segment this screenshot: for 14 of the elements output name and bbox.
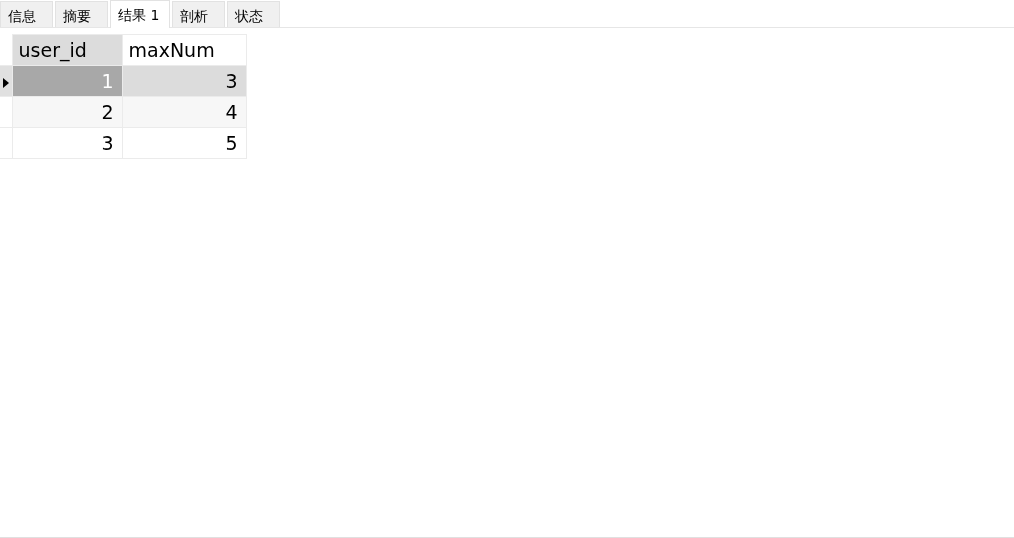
current-row-icon [3,78,9,88]
result-tab[interactable]: 剖析 [172,1,226,27]
column-header[interactable]: maxNum [122,34,246,66]
result-tab[interactable]: 摘要 [55,1,108,27]
result-tab[interactable]: 状态 [227,1,281,27]
table-cell: 3 [12,127,122,159]
table-cell: 3 [122,65,246,97]
column-header[interactable]: user_id [12,34,122,66]
result-tab[interactable]: 结果 1 [110,0,171,28]
table-cell: 5 [122,127,246,159]
result-tab[interactable]: 信息 [0,1,53,27]
table-cell: 1 [12,65,122,97]
table-cell: 2 [12,96,122,128]
table-cell: 4 [122,96,246,128]
